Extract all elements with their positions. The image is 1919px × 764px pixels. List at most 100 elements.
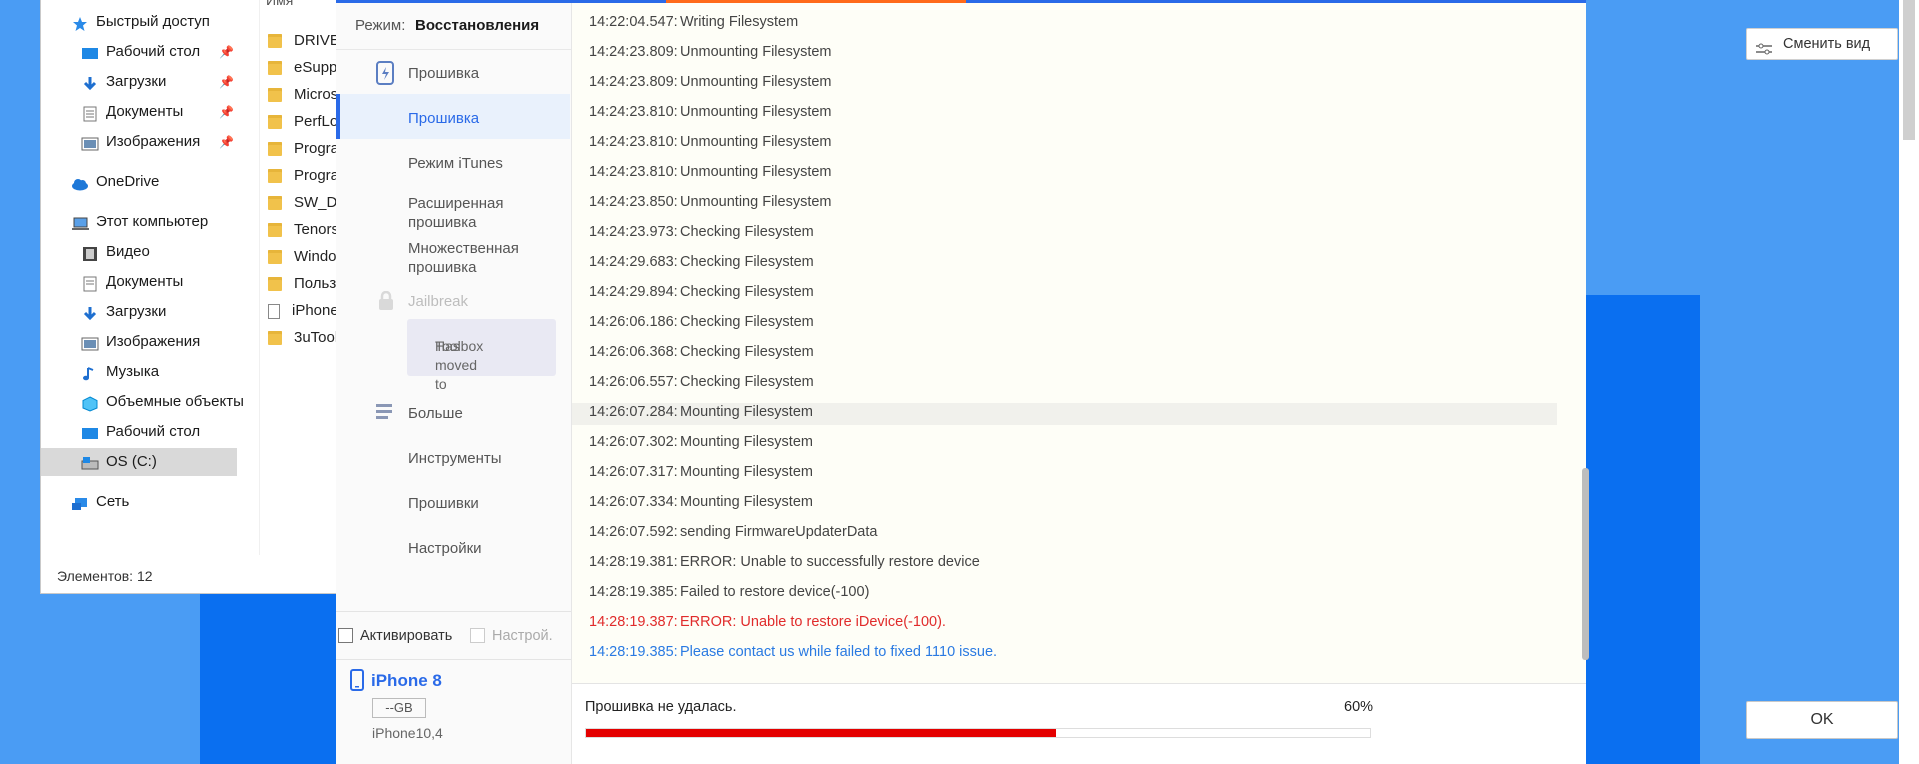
- menu-section-firmware[interactable]: Прошивка: [408, 64, 479, 83]
- nav-documents[interactable]: Документы: [81, 98, 183, 126]
- log-line: 14:22:04.547: Writing Filesystem: [589, 14, 798, 30]
- log-message[interactable]: Please contact us while failed to fixed …: [680, 644, 997, 660]
- divider: [336, 611, 571, 612]
- file-row[interactable]: Program Files: [268, 136, 342, 162]
- log-message: Unmounting Filesystem: [680, 74, 832, 90]
- file-row[interactable]: eSupport: [268, 55, 342, 81]
- nav-os-c[interactable]: OS (C:): [41, 448, 237, 476]
- folder-icon: [268, 169, 282, 183]
- log-timestamp: 14:28:19.385:: [589, 644, 678, 660]
- download-arrow-icon: [81, 304, 99, 321]
- log-line: 14:24:23.973: Checking Filesystem: [589, 224, 814, 240]
- log-line: 14:26:07.302: Mounting Filesystem: [589, 434, 813, 450]
- log-line: 14:24:23.810: Unmounting Filesystem: [589, 134, 832, 150]
- menu-section-more[interactable]: Больше: [408, 404, 463, 423]
- menu-item-tools[interactable]: Инструменты: [408, 449, 502, 468]
- cube-icon: [81, 394, 99, 412]
- nav-video[interactable]: Видео: [81, 238, 150, 266]
- file-row[interactable]: Program Files (x86): [268, 163, 342, 189]
- iphone-icon: [350, 669, 364, 691]
- log-message: Unmounting Filesystem: [680, 194, 832, 210]
- log-line: 14:26:07.592: sending FirmwareUpdaterData: [589, 524, 877, 540]
- jailbreak-moved-note: Has moved to Toolbox: [407, 319, 556, 392]
- settings-checkbox[interactable]: [470, 628, 485, 643]
- nav-3d-objects[interactable]: Объемные объекты: [81, 388, 244, 416]
- network-icon: [71, 494, 89, 510]
- nav-quick-access[interactable]: Быстрый доступ: [71, 8, 210, 36]
- progress-fill: [586, 729, 1057, 737]
- file-row[interactable]: iPhone_: [268, 298, 342, 324]
- log-line: 14:26:07.317: Mounting Filesystem: [589, 464, 813, 480]
- log-line: 14:24:23.810: Unmounting Filesystem: [589, 164, 832, 180]
- menu-active-indicator: [336, 94, 340, 139]
- activate-checkbox[interactable]: [338, 628, 353, 643]
- nav-images-pc[interactable]: Изображения: [81, 328, 200, 356]
- nav-onedrive[interactable]: OneDrive: [71, 168, 159, 196]
- file-icon: [268, 303, 280, 319]
- nav-desktop-pc[interactable]: Рабочий стол: [81, 418, 200, 446]
- nav-network[interactable]: Сеть: [71, 488, 129, 516]
- file-row[interactable]: 3uTools: [268, 325, 342, 351]
- star-icon: [71, 14, 89, 31]
- column-header-name[interactable]: Имя: [266, 0, 293, 8]
- nav-music[interactable]: Музыка: [81, 358, 159, 386]
- log-line: 14:24:29.894: Checking Filesystem: [589, 284, 814, 300]
- file-row[interactable]: PerfLogs: [268, 109, 342, 135]
- file-row[interactable]: Microsoft: [268, 82, 342, 108]
- menu-item-firmware[interactable]: Прошивка: [408, 109, 479, 128]
- nav-downloads[interactable]: Загрузки: [81, 68, 166, 96]
- list-menu-icon: [376, 403, 394, 419]
- file-row[interactable]: DRIVERS: [268, 28, 342, 54]
- menu-item-advanced-firmware[interactable]: Расширенная прошивка: [408, 194, 503, 232]
- right-scroll-thumb[interactable]: [1903, 0, 1915, 140]
- nav-images[interactable]: Изображения: [81, 128, 200, 156]
- mode-indicator: Режим: Восстановления: [336, 3, 571, 50]
- menu-item-settings[interactable]: Настройки: [408, 539, 482, 558]
- nav-downloads-pc[interactable]: Загрузки: [81, 298, 166, 326]
- menu-item-firmwares[interactable]: Прошивки: [408, 494, 479, 513]
- log-line: 14:26:06.186: Checking Filesystem: [589, 314, 814, 330]
- pin-icon[interactable]: 📌: [219, 75, 234, 89]
- device-model: iPhone10,4: [372, 725, 443, 741]
- device-name[interactable]: iPhone 8: [371, 671, 442, 691]
- menu-item-multiple-firmware[interactable]: Множественная прошивка: [408, 239, 519, 277]
- file-explorer-window: Быстрый доступ Рабочий стол 📌 Загрузки 📌…: [40, 0, 342, 594]
- log-timestamp: 14:28:19.381:: [589, 554, 678, 570]
- file-row[interactable]: SW_DVD: [268, 190, 342, 216]
- log-line: 14:26:06.368: Checking Filesystem: [589, 344, 814, 360]
- log-timestamp: 14:24:23.809:: [589, 44, 678, 60]
- log-message: Writing Filesystem: [680, 14, 799, 30]
- nav-documents-pc[interactable]: Документы: [81, 268, 183, 296]
- log-message: Unmounting Filesystem: [680, 44, 832, 60]
- log-message: Checking Filesystem: [680, 224, 814, 240]
- pin-icon[interactable]: 📌: [219, 105, 234, 119]
- log-message: sending FirmwareUpdaterData: [680, 524, 878, 540]
- file-row[interactable]: Windows: [268, 244, 342, 270]
- ok-button[interactable]: OK: [1746, 701, 1898, 739]
- log-line: 14:24:23.809: Unmounting Filesystem: [589, 74, 832, 90]
- switch-view-button[interactable]: Сменить вид: [1746, 28, 1898, 60]
- log-message: Checking Filesystem: [680, 314, 814, 330]
- pin-icon[interactable]: 📌: [219, 135, 234, 149]
- nav-desktop[interactable]: Рабочий стол: [81, 38, 200, 66]
- nav-this-pc[interactable]: Этот компьютер: [71, 208, 208, 236]
- sidebar: Режим: Восстановления Прошивка Прошивка …: [336, 3, 572, 764]
- menu-item-itunes-mode[interactable]: Режим iTunes: [408, 154, 503, 173]
- log-scrollbar[interactable]: [1582, 468, 1589, 660]
- log-timestamp: 14:28:19.387:: [589, 614, 678, 630]
- file-row[interactable]: Tenorshare: [268, 217, 342, 243]
- menu-item-jailbreak[interactable]: Jailbreak: [408, 292, 468, 311]
- log-line: 14:26:07.284: Mounting Filesystem: [589, 404, 813, 420]
- file-row[interactable]: Пользователи: [268, 271, 342, 297]
- cloud-icon: [71, 174, 89, 191]
- status-text: Прошивка не удалась.: [585, 699, 737, 715]
- sliders-icon: [1756, 37, 1773, 55]
- folder-icon: [268, 196, 282, 210]
- folder-icon: [268, 115, 282, 129]
- progress-percent: 60%: [1344, 699, 1374, 715]
- music-note-icon: [81, 364, 99, 381]
- folder-icon: [268, 142, 282, 156]
- picture-icon: [81, 334, 99, 351]
- log-timestamp: 14:26:06.368:: [589, 344, 678, 360]
- pin-icon[interactable]: 📌: [219, 45, 234, 59]
